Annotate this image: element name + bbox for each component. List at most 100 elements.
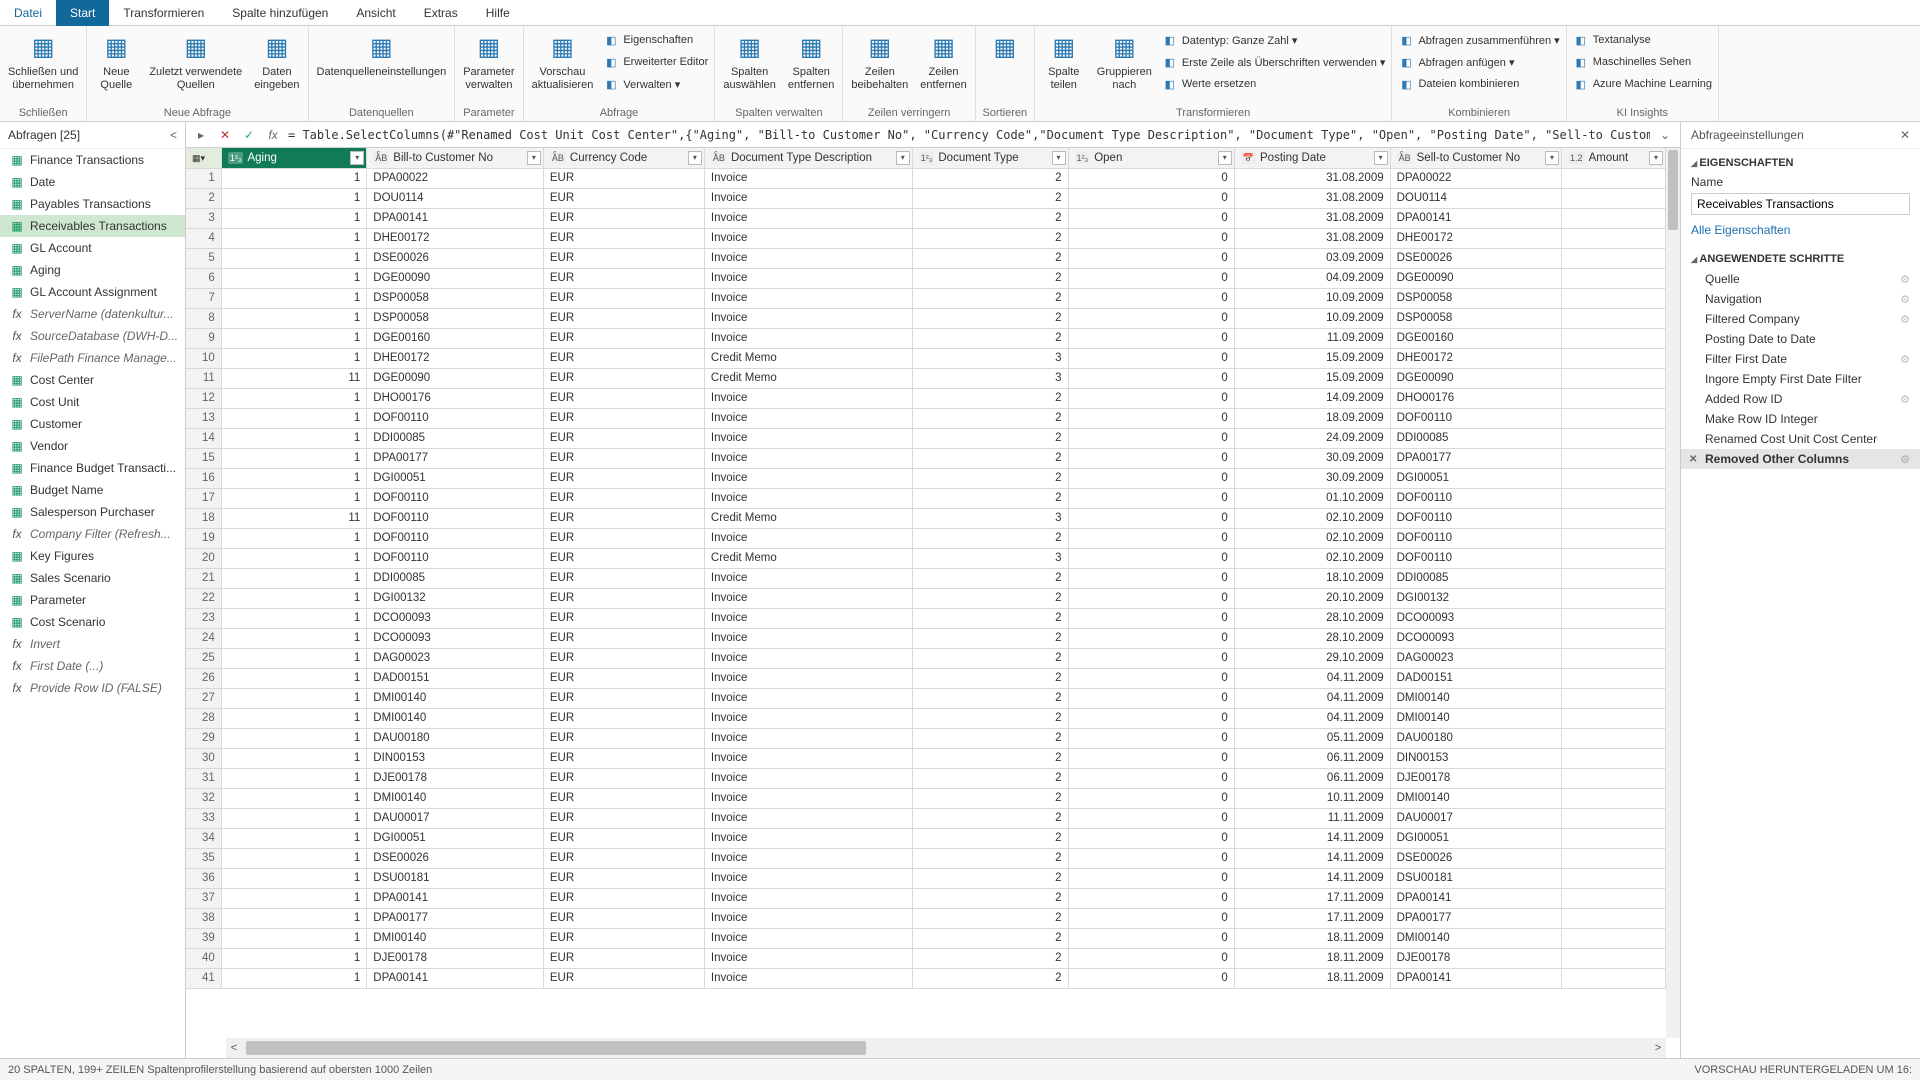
query-item[interactable]: fxFirst Date (...): [0, 655, 185, 677]
filter-icon[interactable]: ▾: [1649, 151, 1663, 165]
filter-icon[interactable]: ▾: [350, 151, 364, 165]
table-row[interactable]: 121DHO00176EURInvoice2014.09.2009DHO0017…: [186, 388, 1666, 408]
table-row[interactable]: 301DIN00153EURInvoice2006.11.2009DIN0015…: [186, 748, 1666, 768]
table-row[interactable]: 271DMI00140EURInvoice2004.11.2009DMI0014…: [186, 688, 1666, 708]
ribbon-maschinelles-sehen[interactable]: ◧Maschinelles Sehen: [1573, 52, 1712, 72]
ribbon-abfragen-anf-gen-[interactable]: ◧Abfragen anfügen ▾: [1398, 52, 1559, 72]
column-header[interactable]: 1²₃Open▾: [1068, 148, 1234, 168]
ribbon-dateien-kombinieren[interactable]: ◧Dateien kombinieren: [1398, 74, 1559, 94]
menu-ansicht[interactable]: Ansicht: [342, 0, 409, 26]
query-item[interactable]: ▦Finance Transactions: [0, 149, 185, 171]
fx-icon[interactable]: fx: [264, 126, 282, 144]
query-item[interactable]: ▦Vendor: [0, 435, 185, 457]
table-row[interactable]: 91DGE00160EURInvoice2011.09.2009DGE00160: [186, 328, 1666, 348]
query-item[interactable]: ▦Cost Scenario: [0, 611, 185, 633]
scroll-right-icon[interactable]: >: [1650, 1040, 1666, 1056]
query-item[interactable]: ▦GL Account: [0, 237, 185, 259]
all-properties-link[interactable]: Alle Eigenschaften: [1681, 221, 1920, 245]
table-row[interactable]: 21DOU0114EURInvoice2031.08.2009DOU0114: [186, 188, 1666, 208]
filter-icon[interactable]: ▾: [896, 151, 910, 165]
query-item[interactable]: ▦Payables Transactions: [0, 193, 185, 215]
table-row[interactable]: 11DPA00022EURInvoice2031.08.2009DPA00022: [186, 168, 1666, 188]
table-row[interactable]: 191DOF00110EURInvoice2002.10.2009DOF0011…: [186, 528, 1666, 548]
applied-step[interactable]: Make Row ID Integer: [1681, 409, 1920, 429]
ribbon-azure-machine-learning[interactable]: ◧Azure Machine Learning: [1573, 74, 1712, 94]
applied-step[interactable]: Renamed Cost Unit Cost Center: [1681, 429, 1920, 449]
query-item[interactable]: ▦Receivables Transactions: [0, 215, 185, 237]
query-item[interactable]: ▦Aging: [0, 259, 185, 281]
query-item[interactable]: ▦Budget Name: [0, 479, 185, 501]
query-item[interactable]: fxProvide Row ID (FALSE): [0, 677, 185, 699]
table-row[interactable]: 1811DOF00110EURCredit Memo3002.10.2009DO…: [186, 508, 1666, 528]
gear-icon[interactable]: ⚙: [1900, 453, 1910, 466]
column-header[interactable]: 1²₃Aging▾: [221, 148, 366, 168]
gear-icon[interactable]: ⚙: [1900, 353, 1910, 366]
query-item[interactable]: ▦Customer: [0, 413, 185, 435]
close-icon[interactable]: ✕: [1900, 128, 1910, 142]
column-header[interactable]: AͨBSell-to Customer No▾: [1390, 148, 1561, 168]
ribbon-erste-zeile-als-berschriften-verwenden-[interactable]: ◧Erste Zeile als Überschriften verwenden…: [1162, 52, 1386, 72]
ribbon-zeilen[interactable]: ▦Zeilen beibehalten: [849, 30, 910, 94]
filter-icon[interactable]: ▾: [1218, 151, 1232, 165]
hscrollbar[interactable]: < >: [226, 1038, 1666, 1058]
table-row[interactable]: 81DSP00058EURInvoice2010.09.2009DSP00058: [186, 308, 1666, 328]
table-row[interactable]: 401DJE00178EURInvoice2018.11.2009DJE0017…: [186, 948, 1666, 968]
formula-expand-icon[interactable]: ⌄: [1656, 126, 1674, 144]
table-row[interactable]: 351DSE00026EURInvoice2014.11.2009DSE0002…: [186, 848, 1666, 868]
column-header[interactable]: 1²₃Document Type▾: [912, 148, 1068, 168]
query-item[interactable]: ▦Parameter: [0, 589, 185, 611]
ribbon-datentyp-ganze-zahl-[interactable]: ◧Datentyp: Ganze Zahl ▾: [1162, 30, 1386, 50]
query-item[interactable]: ▦Key Figures: [0, 545, 185, 567]
table-row[interactable]: 41DHE00172EURInvoice2031.08.2009DHE00172: [186, 228, 1666, 248]
applied-step[interactable]: Quelle⚙: [1681, 269, 1920, 289]
query-item[interactable]: fxServerName (datenkultur...: [0, 303, 185, 325]
table-row[interactable]: 391DMI00140EURInvoice2018.11.2009DMI0014…: [186, 928, 1666, 948]
table-row[interactable]: 151DPA00177EURInvoice2030.09.2009DPA0017…: [186, 448, 1666, 468]
ribbon-parameter[interactable]: ▦Parameter verwalten: [461, 30, 516, 94]
table-row[interactable]: 291DAU00180EURInvoice2005.11.2009DAU0018…: [186, 728, 1666, 748]
query-item[interactable]: ▦Cost Center: [0, 369, 185, 391]
menu-spalte-hinzufügen[interactable]: Spalte hinzufügen: [218, 0, 342, 26]
ribbon-eigenschaften[interactable]: ◧Eigenschaften: [603, 30, 708, 50]
ribbon-spalten[interactable]: ▦Spalten entfernen: [786, 30, 836, 94]
table-row[interactable]: 331DAU00017EURInvoice2011.11.2009DAU0001…: [186, 808, 1666, 828]
ribbon-textanalyse[interactable]: ◧Textanalyse: [1573, 30, 1712, 50]
column-header[interactable]: 📅Posting Date▾: [1234, 148, 1390, 168]
table-row[interactable]: 131DOF00110EURInvoice2018.09.2009DOF0011…: [186, 408, 1666, 428]
menu-file[interactable]: Datei: [0, 0, 56, 26]
table-row[interactable]: 311DJE00178EURInvoice2006.11.2009DJE0017…: [186, 768, 1666, 788]
table-row[interactable]: 251DAG00023EURInvoice2029.10.2009DAG0002…: [186, 648, 1666, 668]
applied-step[interactable]: Posting Date to Date: [1681, 329, 1920, 349]
applied-step[interactable]: Ingore Empty First Date Filter: [1681, 369, 1920, 389]
gear-icon[interactable]: ⚙: [1900, 293, 1910, 306]
ribbon-vorschau[interactable]: ▦Vorschau aktualisieren: [530, 30, 596, 94]
collapse-icon[interactable]: <: [170, 128, 177, 142]
query-item[interactable]: ▦Date: [0, 171, 185, 193]
table-row[interactable]: 71DSP00058EURInvoice2010.09.2009DSP00058: [186, 288, 1666, 308]
filter-icon[interactable]: ▾: [1052, 151, 1066, 165]
applied-step[interactable]: Added Row ID⚙: [1681, 389, 1920, 409]
query-item[interactable]: fxFilePath Finance Manage...: [0, 347, 185, 369]
table-row[interactable]: 1111DGE00090EURCredit Memo3015.09.2009DG…: [186, 368, 1666, 388]
filter-icon[interactable]: ▾: [1545, 151, 1559, 165]
applied-step[interactable]: Filter First Date⚙: [1681, 349, 1920, 369]
formula-input[interactable]: = Table.SelectColumns(#"Renamed Cost Uni…: [288, 128, 1650, 142]
menu-hilfe[interactable]: Hilfe: [472, 0, 524, 26]
table-row[interactable]: 241DCO00093EURInvoice2028.10.2009DCO0009…: [186, 628, 1666, 648]
table-row[interactable]: 101DHE00172EURCredit Memo3015.09.2009DHE…: [186, 348, 1666, 368]
table-row[interactable]: 141DDI00085EURInvoice2024.09.2009DDI0008…: [186, 428, 1666, 448]
table-row[interactable]: 261DAD00151EURInvoice2004.11.2009DAD0015…: [186, 668, 1666, 688]
ribbon-datenquelleneinstellungen[interactable]: ▦Datenquelleneinstellungen: [315, 30, 449, 81]
table-row[interactable]: 221DGI00132EURInvoice2020.10.2009DGI0013…: [186, 588, 1666, 608]
menu-start[interactable]: Start: [56, 0, 109, 26]
gear-icon[interactable]: ⚙: [1900, 393, 1910, 406]
table-row[interactable]: 201DOF00110EURCredit Memo3002.10.2009DOF…: [186, 548, 1666, 568]
menu-extras[interactable]: Extras: [410, 0, 472, 26]
vscrollbar[interactable]: [1666, 148, 1680, 1038]
query-item[interactable]: ▦Cost Unit: [0, 391, 185, 413]
ribbon-werte-ersetzen[interactable]: ◧Werte ersetzen: [1162, 74, 1386, 94]
table-row[interactable]: 341DGI00051EURInvoice2014.11.2009DGI0005…: [186, 828, 1666, 848]
ribbon-sort[interactable]: ▦: [982, 30, 1028, 68]
column-header[interactable]: AͨBDocument Type Description▾: [704, 148, 912, 168]
ribbon-erweiterter-editor[interactable]: ◧Erweiterter Editor: [603, 52, 708, 72]
